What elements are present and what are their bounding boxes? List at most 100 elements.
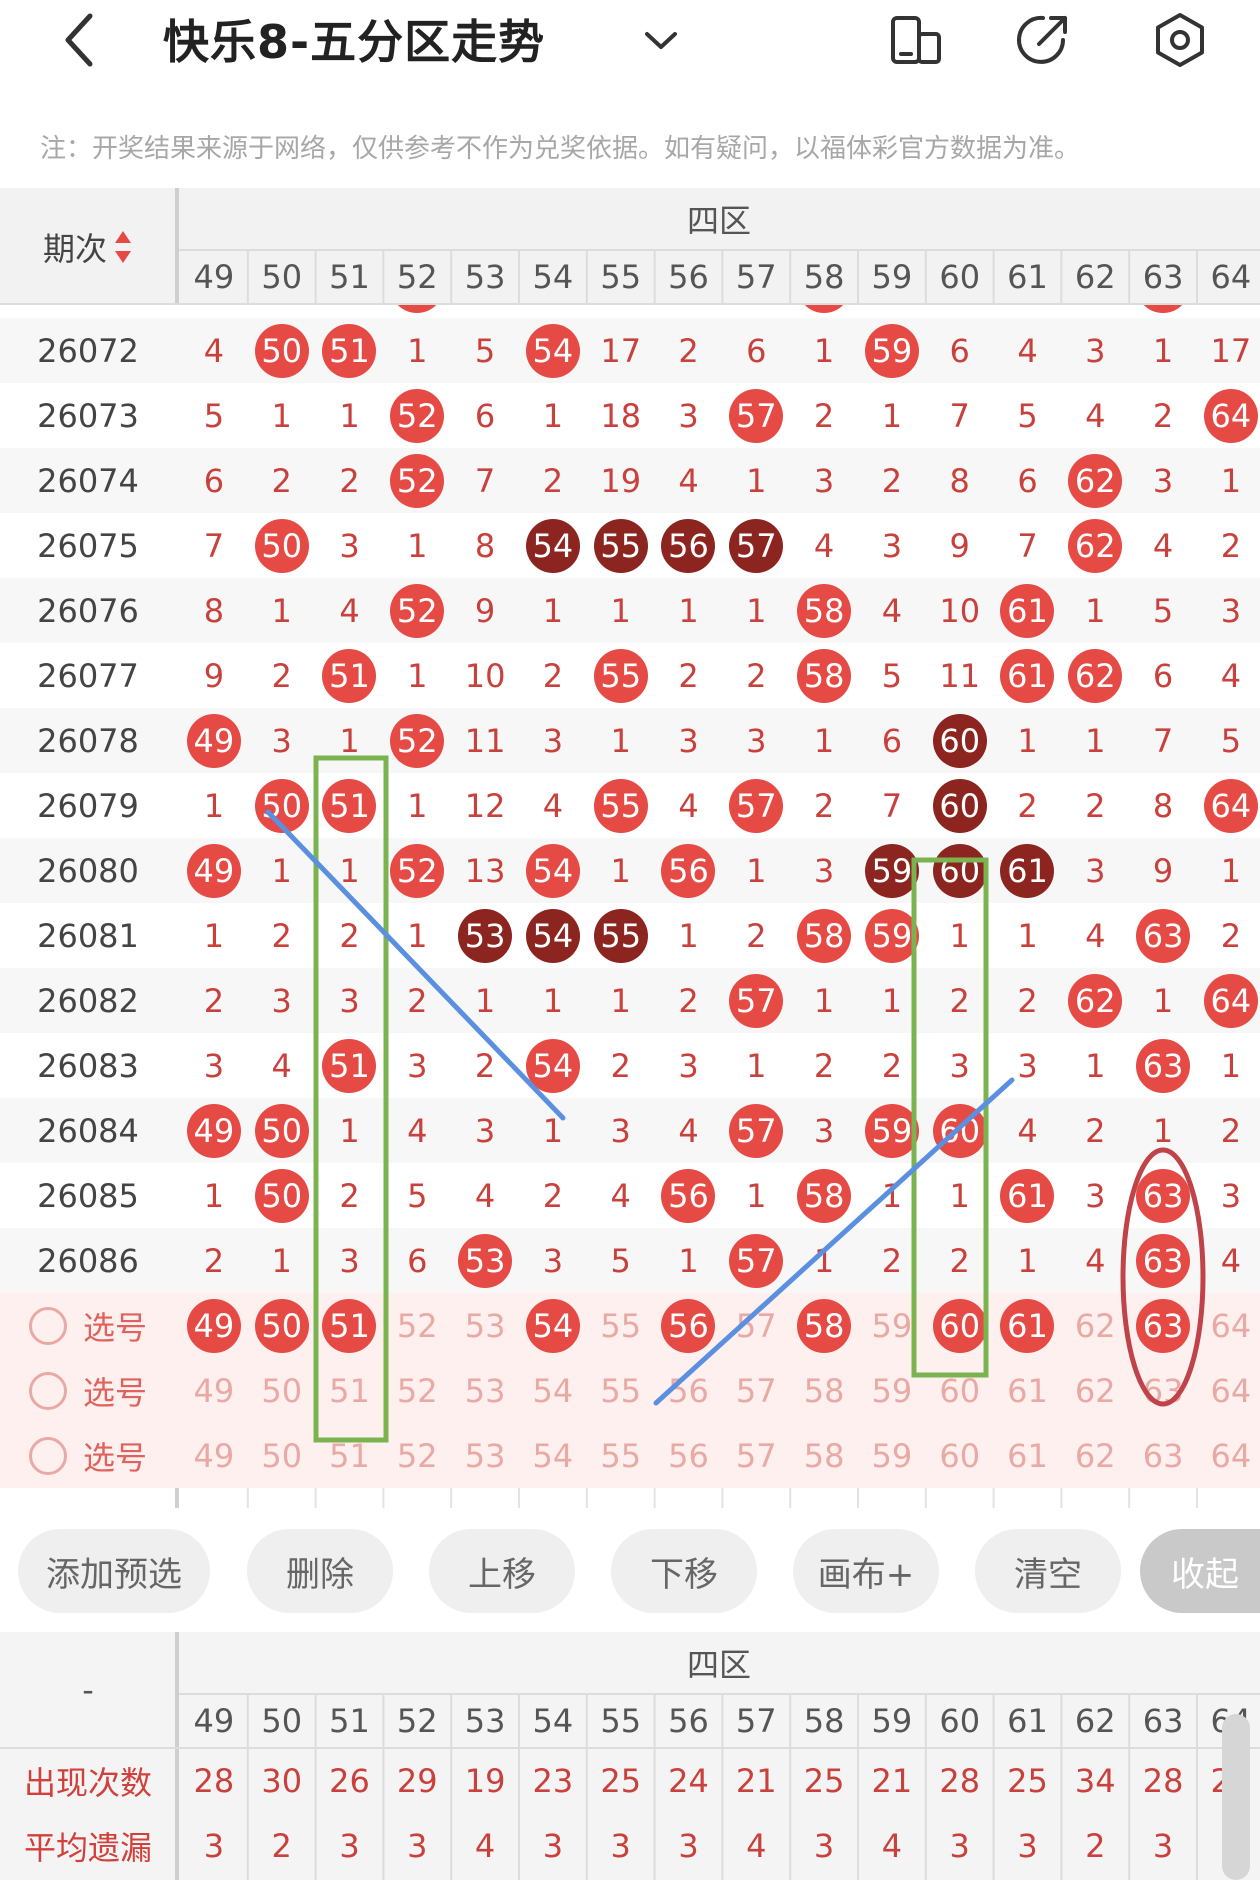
trend-cell[interactable]: 54 <box>519 1293 587 1358</box>
trend-cell[interactable]: 1 <box>248 1228 316 1293</box>
trend-cell[interactable]: 1 <box>858 968 926 1033</box>
back-button[interactable] <box>50 0 110 80</box>
trend-cell[interactable]: 50 <box>248 513 316 578</box>
trend-cell[interactable]: 54 <box>519 1033 587 1098</box>
trend-cell[interactable]: 7 <box>1129 708 1197 773</box>
trend-cell[interactable]: 57 <box>722 513 790 578</box>
trend-cell[interactable]: 3 <box>1061 838 1129 903</box>
trend-cell[interactable]: 3 <box>790 838 858 903</box>
trend-cell[interactable]: 4 <box>1061 903 1129 968</box>
move-down-button[interactable]: 下移 <box>611 1529 757 1613</box>
move-up-button[interactable]: 上移 <box>429 1529 575 1613</box>
trend-cell[interactable]: 58 <box>790 1293 858 1358</box>
trend-cell[interactable]: 4 <box>655 773 723 838</box>
trend-cell[interactable]: 2 <box>722 643 790 708</box>
trend-cell[interactable]: 50 <box>248 1098 316 1163</box>
trend-cell[interactable]: 60 <box>926 1293 994 1358</box>
trend-cell[interactable]: 1 <box>383 903 451 968</box>
select-row-label[interactable]: 选号 <box>0 1293 176 1358</box>
trend-cell[interactable]: 50 <box>248 773 316 838</box>
trend-cell[interactable]: 1 <box>790 968 858 1033</box>
trend-cell[interactable]: 1 <box>1129 318 1197 383</box>
trend-cell[interactable]: 52 <box>383 838 451 903</box>
trend-cell[interactable]: 4 <box>994 318 1062 383</box>
trend-cell[interactable]: 7 <box>926 383 994 448</box>
trend-cell[interactable]: 2 <box>1061 1098 1129 1163</box>
trend-cell[interactable]: 61 <box>994 578 1062 643</box>
trend-cell[interactable]: 55 <box>587 773 655 838</box>
trend-cell[interactable]: 64 <box>1197 1358 1260 1423</box>
trend-cell[interactable]: 1 <box>655 903 723 968</box>
title-dropdown[interactable] <box>636 0 686 80</box>
trend-cell[interactable]: 1 <box>994 903 1062 968</box>
trend-cell[interactable]: 54 <box>519 1358 587 1423</box>
trend-cell[interactable]: 2 <box>858 448 926 513</box>
trend-cell[interactable]: 2 <box>1197 903 1260 968</box>
trend-cell[interactable]: 17 <box>1197 318 1260 383</box>
trend-cell[interactable]: 63 <box>1129 903 1197 968</box>
trend-cell[interactable]: 3 <box>383 1033 451 1098</box>
trend-cell[interactable]: 3 <box>722 708 790 773</box>
trend-cell[interactable]: 5 <box>1197 708 1260 773</box>
select-row-label[interactable]: 选号 <box>0 1423 176 1488</box>
trend-cell[interactable]: 2 <box>790 773 858 838</box>
radio-circle-icon[interactable] <box>28 1436 67 1475</box>
trend-cell[interactable]: 55 <box>587 1358 655 1423</box>
trend-cell[interactable]: 4 <box>994 1098 1062 1163</box>
trend-cell[interactable]: 1 <box>587 578 655 643</box>
trend-cell[interactable]: 9 <box>1129 838 1197 903</box>
trend-cell[interactable]: 60 <box>926 1423 994 1488</box>
trend-cell[interactable]: 1 <box>790 318 858 383</box>
trend-cell[interactable]: 52 <box>383 708 451 773</box>
trend-cell[interactable]: 2 <box>790 1033 858 1098</box>
trend-cell[interactable]: 62 <box>1061 968 1129 1033</box>
trend-cell[interactable]: 1 <box>655 578 723 643</box>
trend-cell[interactable]: 60 <box>926 773 994 838</box>
trend-cell[interactable]: 56 <box>655 1163 723 1228</box>
trend-cell[interactable]: 3 <box>451 1098 519 1163</box>
trend-cell[interactable]: 17 <box>587 318 655 383</box>
trend-cell[interactable]: 2 <box>316 1163 384 1228</box>
trend-cell[interactable]: 56 <box>655 1358 723 1423</box>
trend-cell[interactable]: 55 <box>587 513 655 578</box>
trend-cell[interactable]: 1 <box>316 708 384 773</box>
trend-cell[interactable]: 63 <box>1129 1163 1197 1228</box>
trend-cell[interactable]: 52 <box>383 1358 451 1423</box>
trend-cell[interactable]: 63 <box>1129 1358 1197 1423</box>
trend-cell[interactable]: 2 <box>519 448 587 513</box>
trend-cell[interactable]: 5 <box>587 1228 655 1293</box>
trend-cell[interactable]: 57 <box>722 1293 790 1358</box>
trend-cell[interactable]: 4 <box>451 1163 519 1228</box>
trend-cell[interactable]: 58 <box>790 1358 858 1423</box>
trend-cell[interactable]: 1 <box>926 903 994 968</box>
trend-cell[interactable]: 4 <box>1197 1228 1260 1293</box>
trend-cell[interactable]: 57 <box>722 1423 790 1488</box>
trend-cell[interactable]: 2 <box>722 903 790 968</box>
trend-cell[interactable]: 5 <box>1129 578 1197 643</box>
trend-cell[interactable]: 1 <box>722 578 790 643</box>
trend-cell[interactable]: 2 <box>316 448 384 513</box>
trend-cell[interactable]: 59 <box>858 1098 926 1163</box>
trend-cell[interactable]: 8 <box>451 513 519 578</box>
trend-cell[interactable]: 59 <box>858 318 926 383</box>
trend-cell[interactable]: 2 <box>248 448 316 513</box>
trend-cell[interactable]: 57 <box>722 1358 790 1423</box>
trend-cell[interactable]: 58 <box>790 1163 858 1228</box>
trend-cell[interactable]: 18 <box>587 383 655 448</box>
trend-cell[interactable]: 1 <box>790 708 858 773</box>
trend-cell[interactable]: 9 <box>926 513 994 578</box>
trend-cell[interactable]: 49 <box>180 708 248 773</box>
trend-cell[interactable]: 8 <box>1129 773 1197 838</box>
canvas-plus-button[interactable]: 画布+ <box>793 1529 939 1613</box>
trend-cell[interactable]: 59 <box>858 1358 926 1423</box>
trend-cell[interactable]: 3 <box>1197 1163 1260 1228</box>
trend-cell[interactable]: 1 <box>383 643 451 708</box>
trend-cell[interactable]: 1 <box>1061 1033 1129 1098</box>
trend-cell[interactable]: 1 <box>926 1163 994 1228</box>
trend-cell[interactable]: 55 <box>587 1423 655 1488</box>
trend-cell[interactable]: 1 <box>587 838 655 903</box>
trend-cell[interactable]: 63 <box>1129 1033 1197 1098</box>
trend-cell[interactable]: 61 <box>994 1163 1062 1228</box>
trend-cell[interactable]: 2 <box>655 968 723 1033</box>
trend-cell[interactable]: 2 <box>180 1228 248 1293</box>
